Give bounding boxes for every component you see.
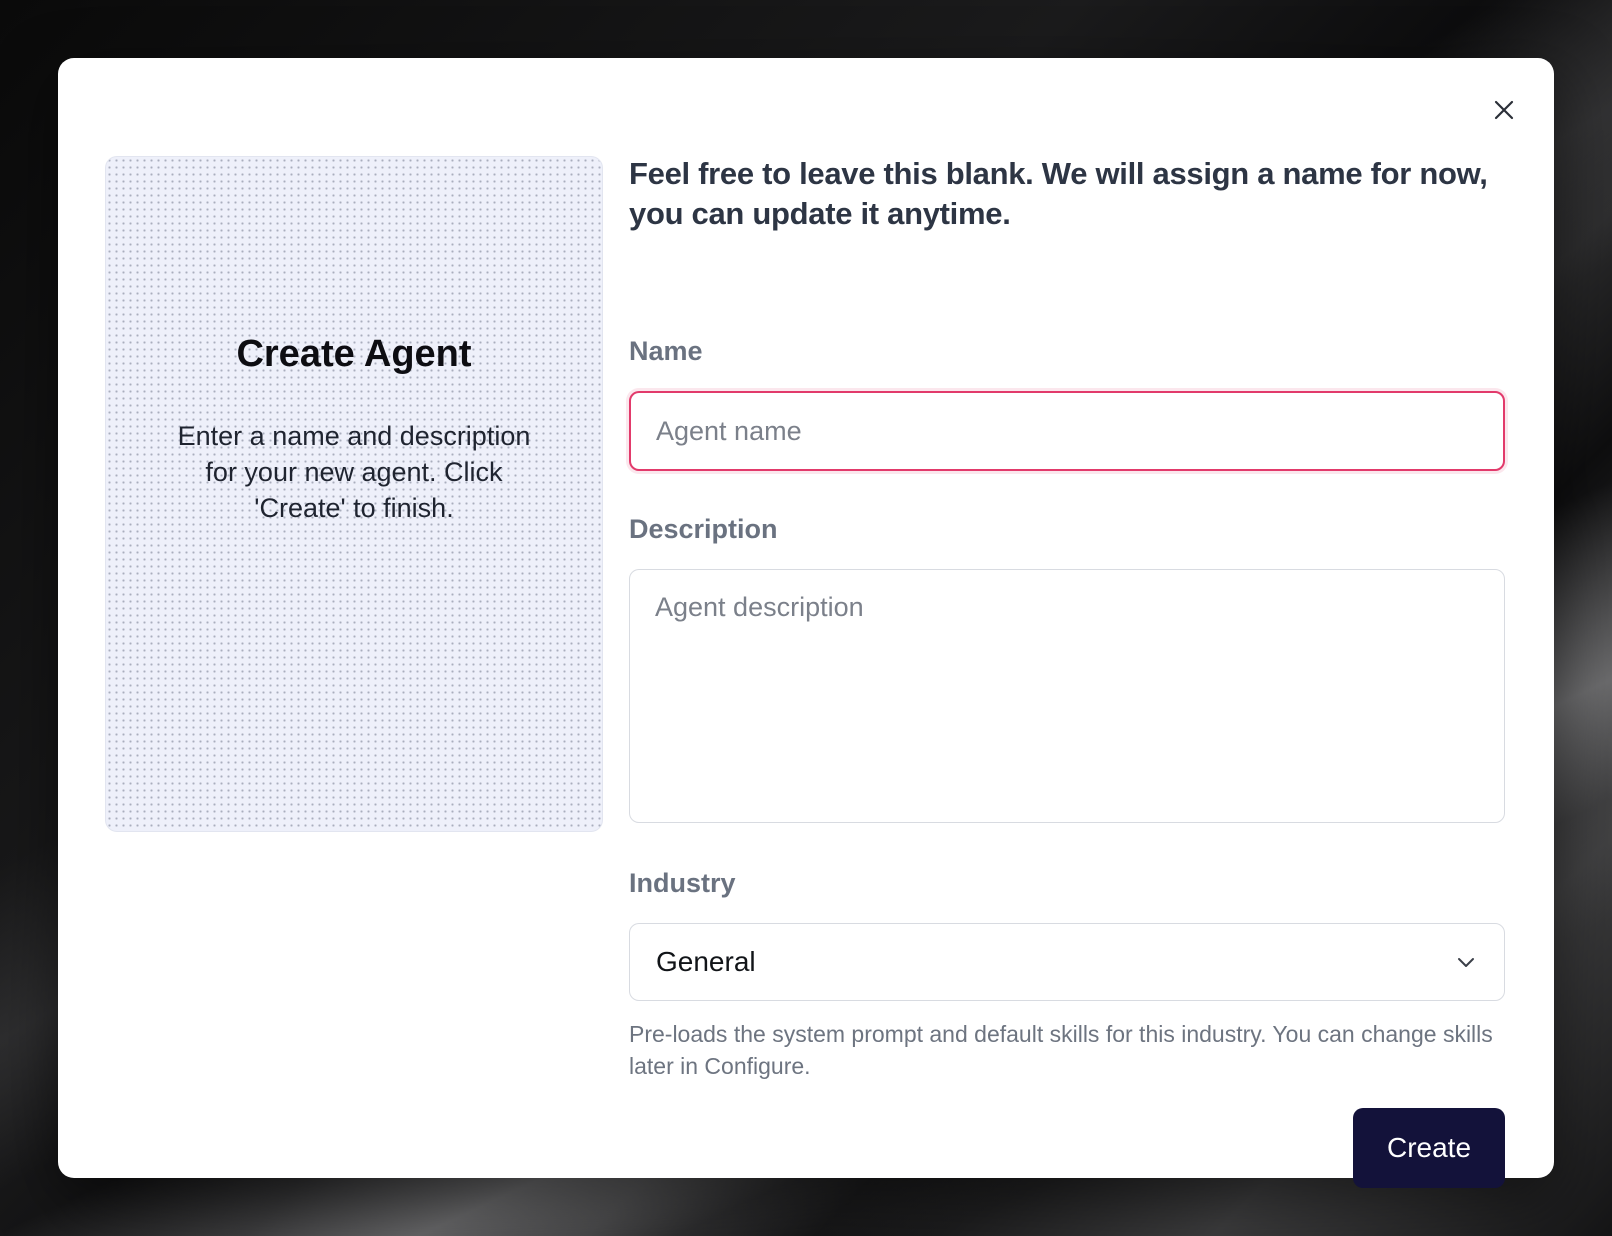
form-headline: Feel free to leave this blank. We will a… — [629, 156, 1488, 231]
industry-selected-value: General — [656, 946, 756, 977]
agent-description-input[interactable] — [629, 569, 1505, 823]
close-button[interactable] — [1484, 90, 1524, 130]
industry-label: Industry — [629, 868, 736, 898]
chevron-down-icon — [1458, 958, 1474, 967]
create-agent-modal: Create Agent Enter a name and descriptio… — [58, 58, 1554, 1188]
agent-name-input[interactable] — [629, 391, 1505, 471]
industry-hint: Pre-loads the system prompt and default … — [629, 1021, 1493, 1079]
close-icon — [1494, 100, 1514, 120]
description-label: Description — [629, 514, 778, 544]
intro-panel: Create Agent Enter a name and descriptio… — [105, 156, 603, 832]
create-button[interactable]: Create — [1353, 1108, 1505, 1188]
name-label: Name — [629, 336, 703, 366]
panel-subtitle: Enter a name and description for your ne… — [177, 420, 531, 523]
panel-title: Create Agent — [236, 332, 472, 375]
agent-form: Feel free to leave this blank. We will a… — [629, 154, 1505, 1188]
industry-select[interactable]: General — [629, 923, 1505, 1001]
